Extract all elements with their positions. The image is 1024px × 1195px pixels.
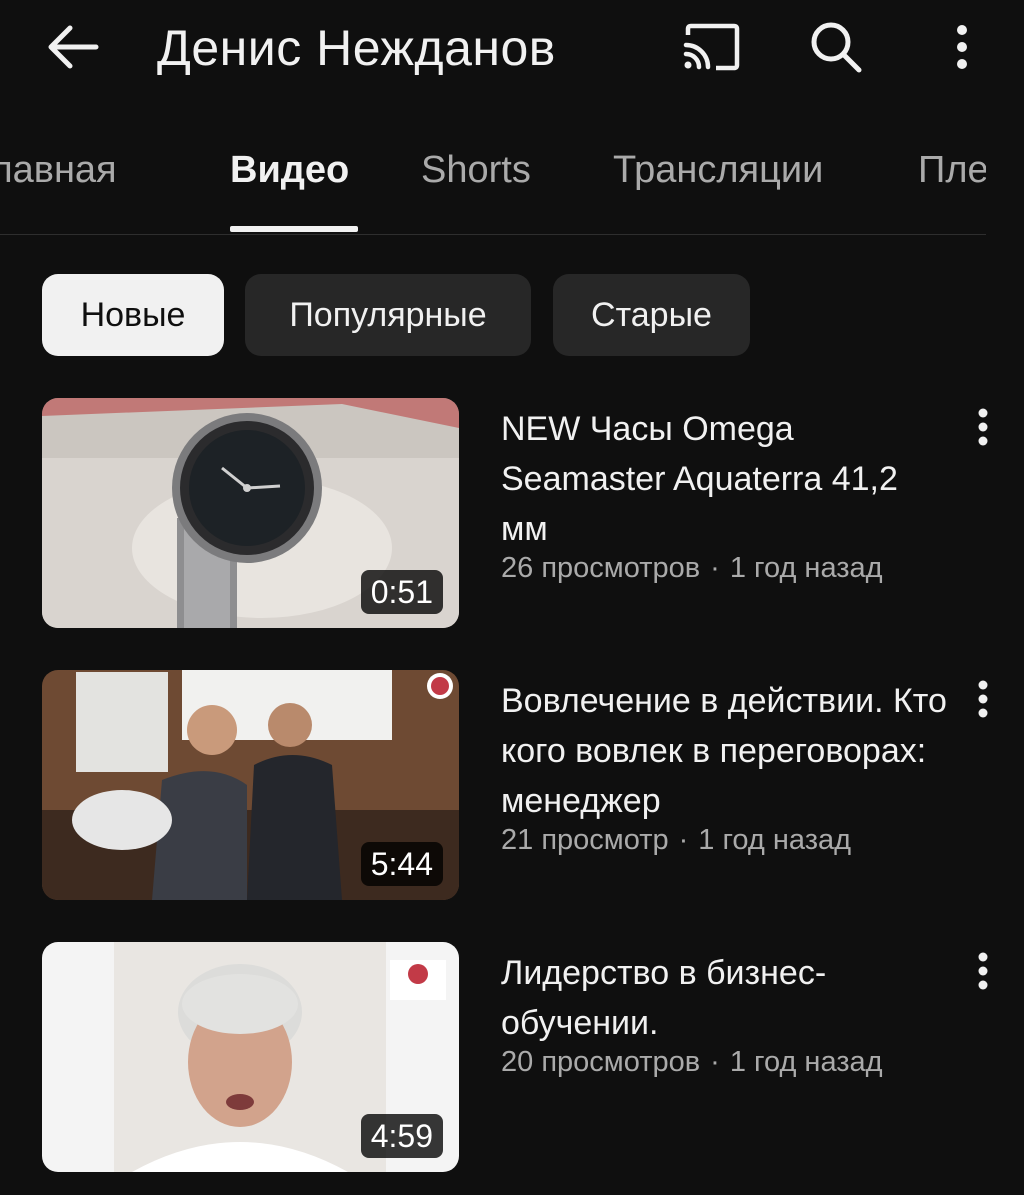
filter-chip-popular[interactable]: Популярные [245, 274, 531, 356]
meta-separator: · [710, 1046, 720, 1078]
video-title[interactable]: Вовлечение в действии. Кто кого вовлек в… [501, 676, 951, 826]
video-thumbnail[interactable]: 5:44 [42, 670, 459, 900]
filter-chip-oldest[interactable]: Старые [553, 274, 750, 356]
active-tab-indicator [230, 226, 358, 232]
video-duration: 4:59 [360, 1114, 443, 1158]
tab-home[interactable]: Главная [0, 146, 117, 194]
view-count: 20 просмотров [501, 1046, 701, 1078]
search-icon [811, 22, 862, 73]
video-metadata: 20 просмотров · 1 год назад [501, 1042, 883, 1082]
video-thumbnail[interactable]: 0:51 [42, 398, 459, 628]
view-count: 21 просмотр [501, 824, 669, 856]
more-vertical-icon [978, 952, 988, 990]
video-list-item[interactable]: 0:51 NEW Часы Omega Seamaster Aquaterra … [0, 398, 1024, 630]
tab-playlists[interactable]: Плейлисты [918, 146, 986, 194]
tab-live[interactable]: Трансляции [613, 146, 823, 194]
video-metadata: 21 просмотр · 1 год назад [501, 820, 851, 860]
tab-shorts[interactable]: Shorts [421, 146, 531, 194]
more-vertical-icon [957, 25, 967, 69]
tab-videos[interactable]: Видео [230, 146, 349, 194]
more-options-button[interactable] [938, 14, 986, 80]
cast-icon [683, 23, 740, 71]
video-list-item[interactable]: 4:59 Лидерство в бизнес-обучении. 20 про… [0, 942, 1024, 1174]
more-vertical-icon [978, 408, 988, 446]
more-vertical-icon [978, 680, 988, 718]
cast-button[interactable] [672, 14, 750, 80]
top-app-bar: Денис Нежданов [0, 0, 1024, 100]
video-title[interactable]: Лидерство в бизнес-обучении. [501, 948, 951, 1048]
upload-age: 1 год назад [729, 1046, 883, 1078]
video-title[interactable]: NEW Часы Omega Seamaster Aquaterra 41,2 … [501, 404, 951, 554]
arrow-back-icon [48, 25, 99, 69]
video-list-item[interactable]: 5:44 Вовлечение в действии. Кто кого вов… [0, 670, 1024, 902]
video-thumbnail[interactable]: 4:59 [42, 942, 459, 1172]
video-menu-button[interactable] [962, 402, 1004, 452]
filter-chip-newest[interactable]: Новые [42, 274, 224, 356]
video-duration: 0:51 [360, 570, 443, 614]
video-metadata: 26 просмотров · 1 год назад [501, 548, 883, 588]
back-button[interactable] [40, 18, 104, 76]
video-duration: 5:44 [360, 842, 443, 886]
channel-name: Денис Нежданов [157, 20, 556, 76]
meta-separator: · [678, 824, 689, 856]
view-count: 26 просмотров [501, 552, 701, 584]
meta-separator: · [710, 552, 720, 584]
search-button[interactable] [800, 14, 872, 80]
video-menu-button[interactable] [962, 674, 1004, 724]
channel-tabs: Главная Видео Shorts Трансляции Плейлист… [0, 128, 986, 235]
video-menu-button[interactable] [962, 946, 1004, 996]
upload-age: 1 год назад [698, 824, 852, 856]
upload-age: 1 год назад [729, 552, 883, 584]
